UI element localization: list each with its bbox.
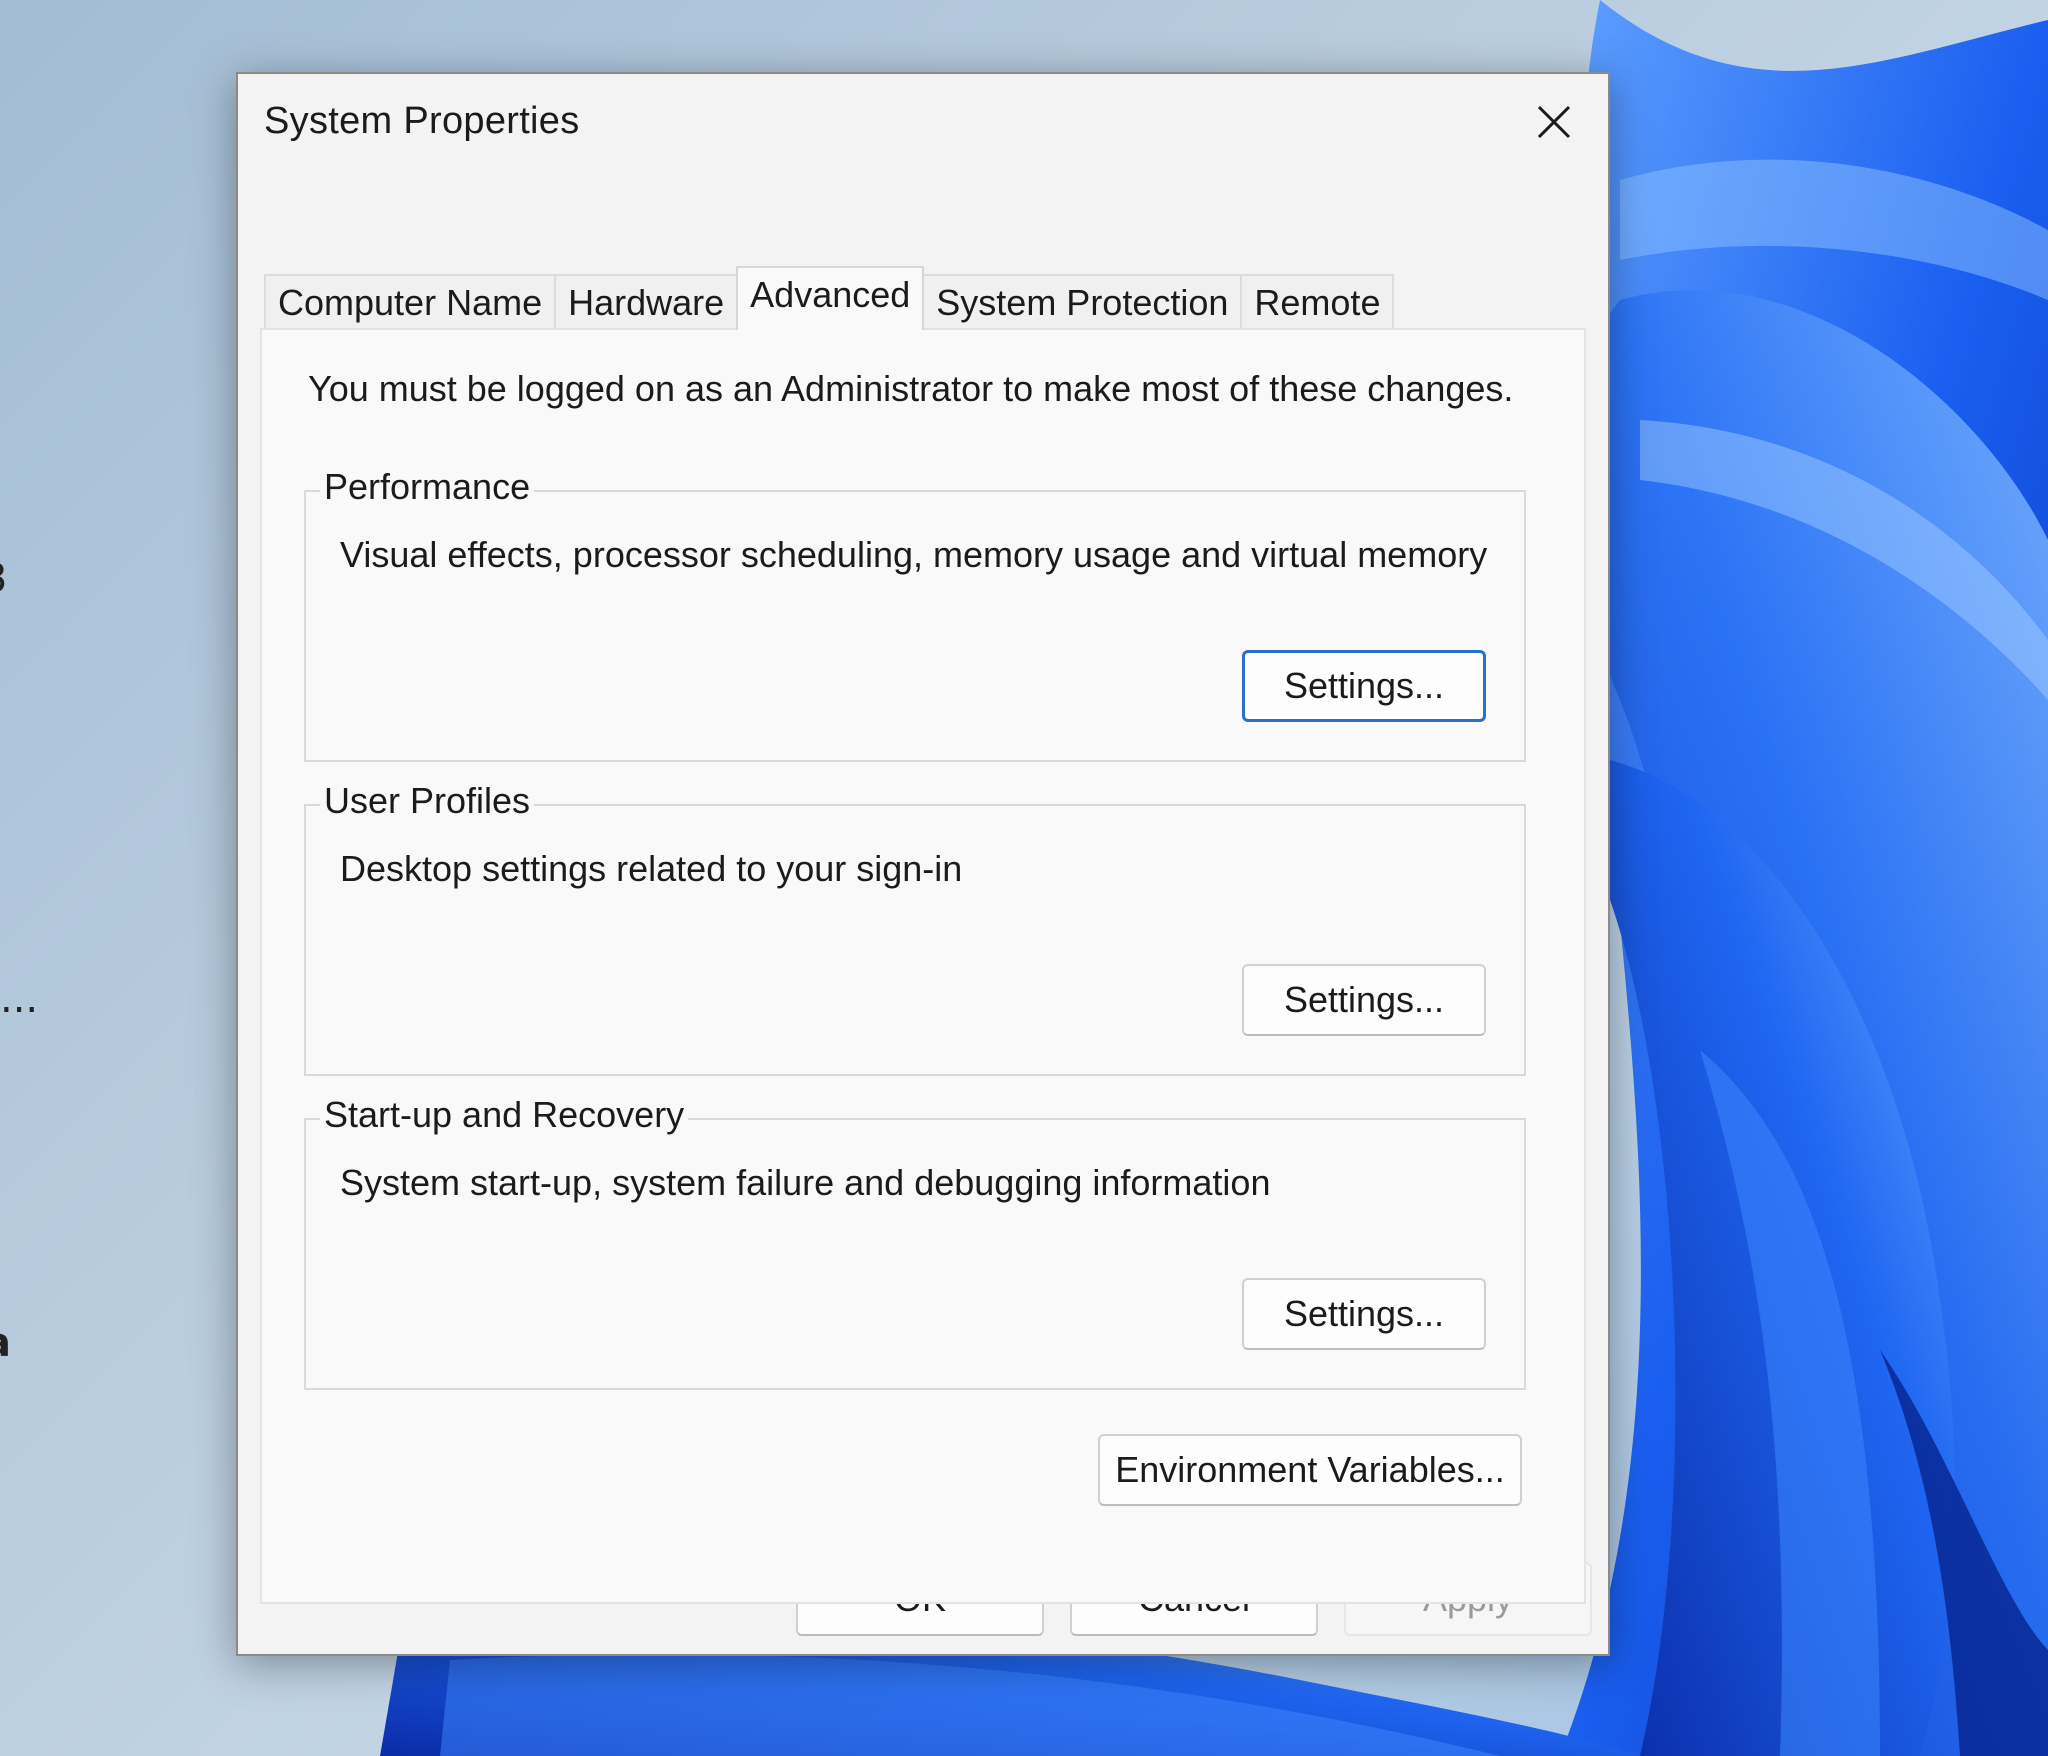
performance-settings-button[interactable]: Settings... bbox=[1242, 650, 1486, 722]
tab-system-protection[interactable]: System Protection bbox=[922, 274, 1243, 330]
close-icon bbox=[1537, 105, 1571, 139]
advanced-tab-panel: You must be logged on as an Administrato… bbox=[260, 328, 1586, 1604]
close-button[interactable] bbox=[1516, 90, 1592, 154]
user-profiles-description: Desktop settings related to your sign-in bbox=[340, 848, 963, 889]
tab-strip: Computer Name Hardware Advanced System P… bbox=[264, 198, 1395, 330]
performance-group-label: Performance bbox=[320, 466, 535, 508]
dialog-title: System Properties bbox=[264, 100, 580, 142]
startup-recovery-description: System start-up, system failure and debu… bbox=[340, 1162, 1271, 1203]
system-properties-dialog: System Properties Computer Name Hardware… bbox=[236, 72, 1610, 1656]
tab-hardware[interactable]: Hardware bbox=[554, 274, 739, 330]
performance-group: Performance Visual effects, processor sc… bbox=[304, 466, 1526, 762]
tab-computer-name[interactable]: Computer Name bbox=[264, 274, 557, 330]
user-profiles-group-label: User Profiles bbox=[320, 780, 535, 822]
admin-note: You must be logged on as an Administrato… bbox=[308, 368, 1514, 409]
performance-description: Visual effects, processor scheduling, me… bbox=[340, 534, 1488, 575]
tab-remote[interactable]: Remote bbox=[1240, 274, 1395, 330]
startup-recovery-group: Start-up and Recovery System start-up, s… bbox=[304, 1094, 1526, 1390]
desktop-partial-text: a bbox=[0, 1320, 11, 1366]
desktop-partial-text-top: 3 bbox=[0, 556, 7, 602]
startup-recovery-settings-button[interactable]: Settings... bbox=[1242, 1278, 1486, 1350]
title-bar[interactable]: System Properties bbox=[238, 74, 1608, 174]
user-profiles-settings-button[interactable]: Settings... bbox=[1242, 964, 1486, 1036]
user-profiles-group: User Profiles Desktop settings related t… bbox=[304, 780, 1526, 1076]
desktop-ellipsis-text: ... bbox=[0, 976, 39, 1022]
tab-advanced[interactable]: Advanced bbox=[736, 266, 925, 330]
startup-recovery-group-label: Start-up and Recovery bbox=[320, 1094, 689, 1136]
environment-variables-button[interactable]: Environment Variables... bbox=[1098, 1434, 1522, 1506]
